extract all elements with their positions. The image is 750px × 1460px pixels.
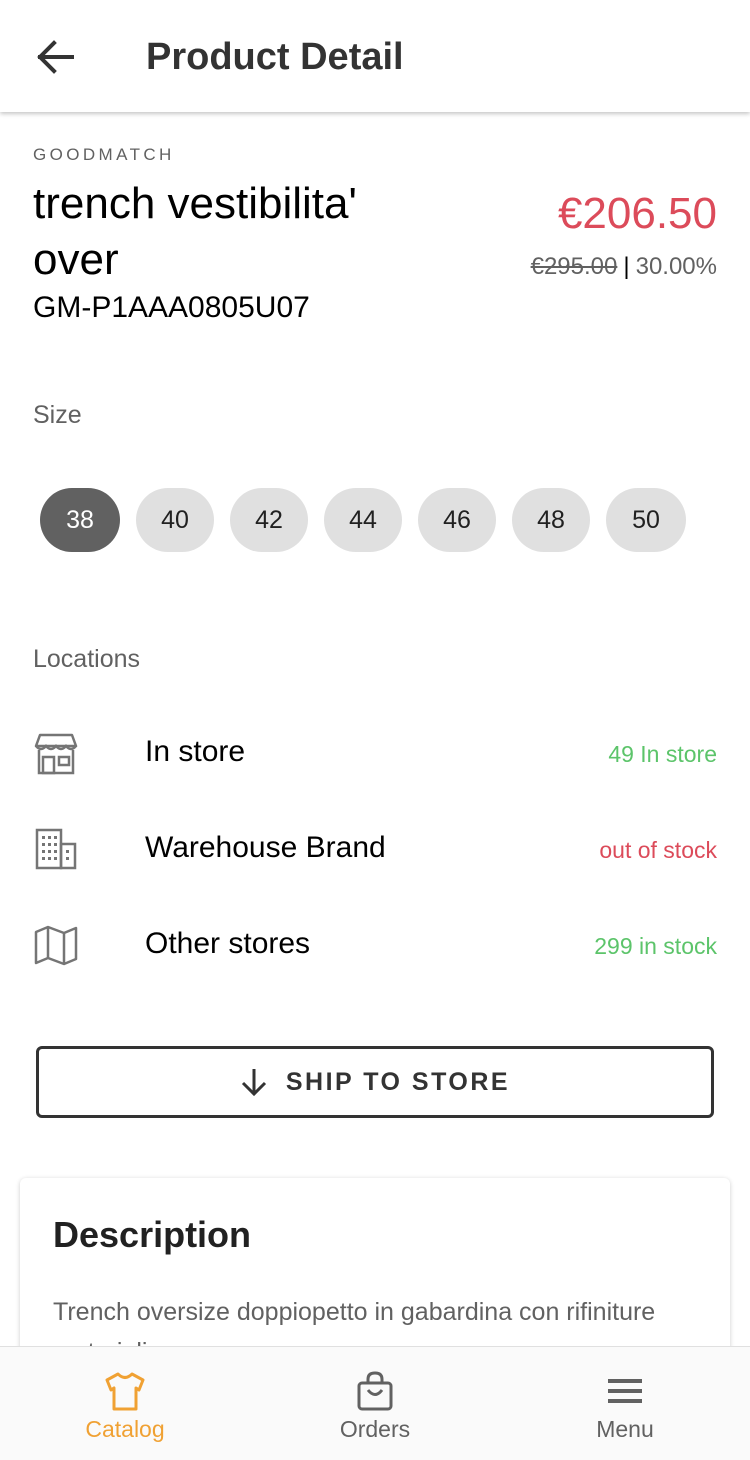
nav-item-catalog[interactable]: Catalog xyxy=(0,1347,250,1460)
map-icon xyxy=(34,925,78,966)
building-icon xyxy=(35,828,77,870)
nav-label-orders: Orders xyxy=(339,1416,411,1442)
original-price: €295.00 xyxy=(530,253,618,280)
price-discount-row: €295.00 | 30.00% xyxy=(531,252,717,282)
shopping-bag-icon xyxy=(357,1371,393,1411)
location-name: Warehouse Brand xyxy=(145,831,386,864)
app-header: Product Detail xyxy=(0,0,750,112)
size-chip-42[interactable]: 42 xyxy=(230,488,308,552)
location-name: In store xyxy=(145,735,246,768)
discount-percent: 30.00% xyxy=(635,253,717,280)
size-label: Size xyxy=(33,401,82,429)
product-price: €206.50 xyxy=(557,189,717,238)
page-title: Product Detail xyxy=(146,36,404,78)
bottom-navigation: Catalog Orders Menu xyxy=(0,1346,750,1460)
location-stock-status: out of stock xyxy=(599,837,717,863)
location-stock-status: 299 in stock xyxy=(594,933,717,959)
size-chip-44[interactable]: 44 xyxy=(324,488,402,552)
locations-label: Locations xyxy=(33,645,141,673)
nav-label-menu: Menu xyxy=(596,1416,654,1442)
arrow-down-icon xyxy=(241,1069,266,1097)
hamburger-menu-icon xyxy=(608,1379,642,1403)
nav-item-menu[interactable]: Menu xyxy=(500,1347,750,1460)
size-chip-48[interactable]: 48 xyxy=(512,488,590,552)
back-button[interactable] xyxy=(32,34,78,80)
nav-item-orders[interactable]: Orders xyxy=(250,1347,500,1460)
price-separator: | xyxy=(623,253,630,280)
product-sku: GM-P1AAA0805U07 xyxy=(33,291,310,324)
location-row-warehouse[interactable]: Warehouse Brand out of stock xyxy=(0,818,750,878)
size-selector: 38 40 42 44 46 48 50 xyxy=(40,488,686,552)
size-chip-50[interactable]: 50 xyxy=(606,488,686,552)
location-row-other-stores[interactable]: Other stores 299 in stock xyxy=(0,914,750,974)
shirt-icon xyxy=(105,1372,145,1411)
arrow-left-icon xyxy=(37,40,74,74)
location-name: Other stores xyxy=(145,927,311,960)
size-chip-40[interactable]: 40 xyxy=(136,488,214,552)
product-brand: GOODMATCH xyxy=(33,145,175,164)
location-row-in-store[interactable]: In store 49 In store xyxy=(0,722,750,782)
description-title: Description xyxy=(53,1214,252,1255)
store-icon xyxy=(34,733,78,775)
ship-to-store-button[interactable]: SHIP TO STORE xyxy=(36,1046,714,1118)
product-name: trench vestibilita' over xyxy=(33,179,357,284)
size-chip-46[interactable]: 46 xyxy=(418,488,496,552)
nav-label-catalog: Catalog xyxy=(85,1416,165,1442)
size-chip-38[interactable]: 38 xyxy=(40,488,120,552)
ship-to-store-label: SHIP TO STORE xyxy=(285,1067,511,1096)
location-stock-status: 49 In store xyxy=(608,741,717,767)
